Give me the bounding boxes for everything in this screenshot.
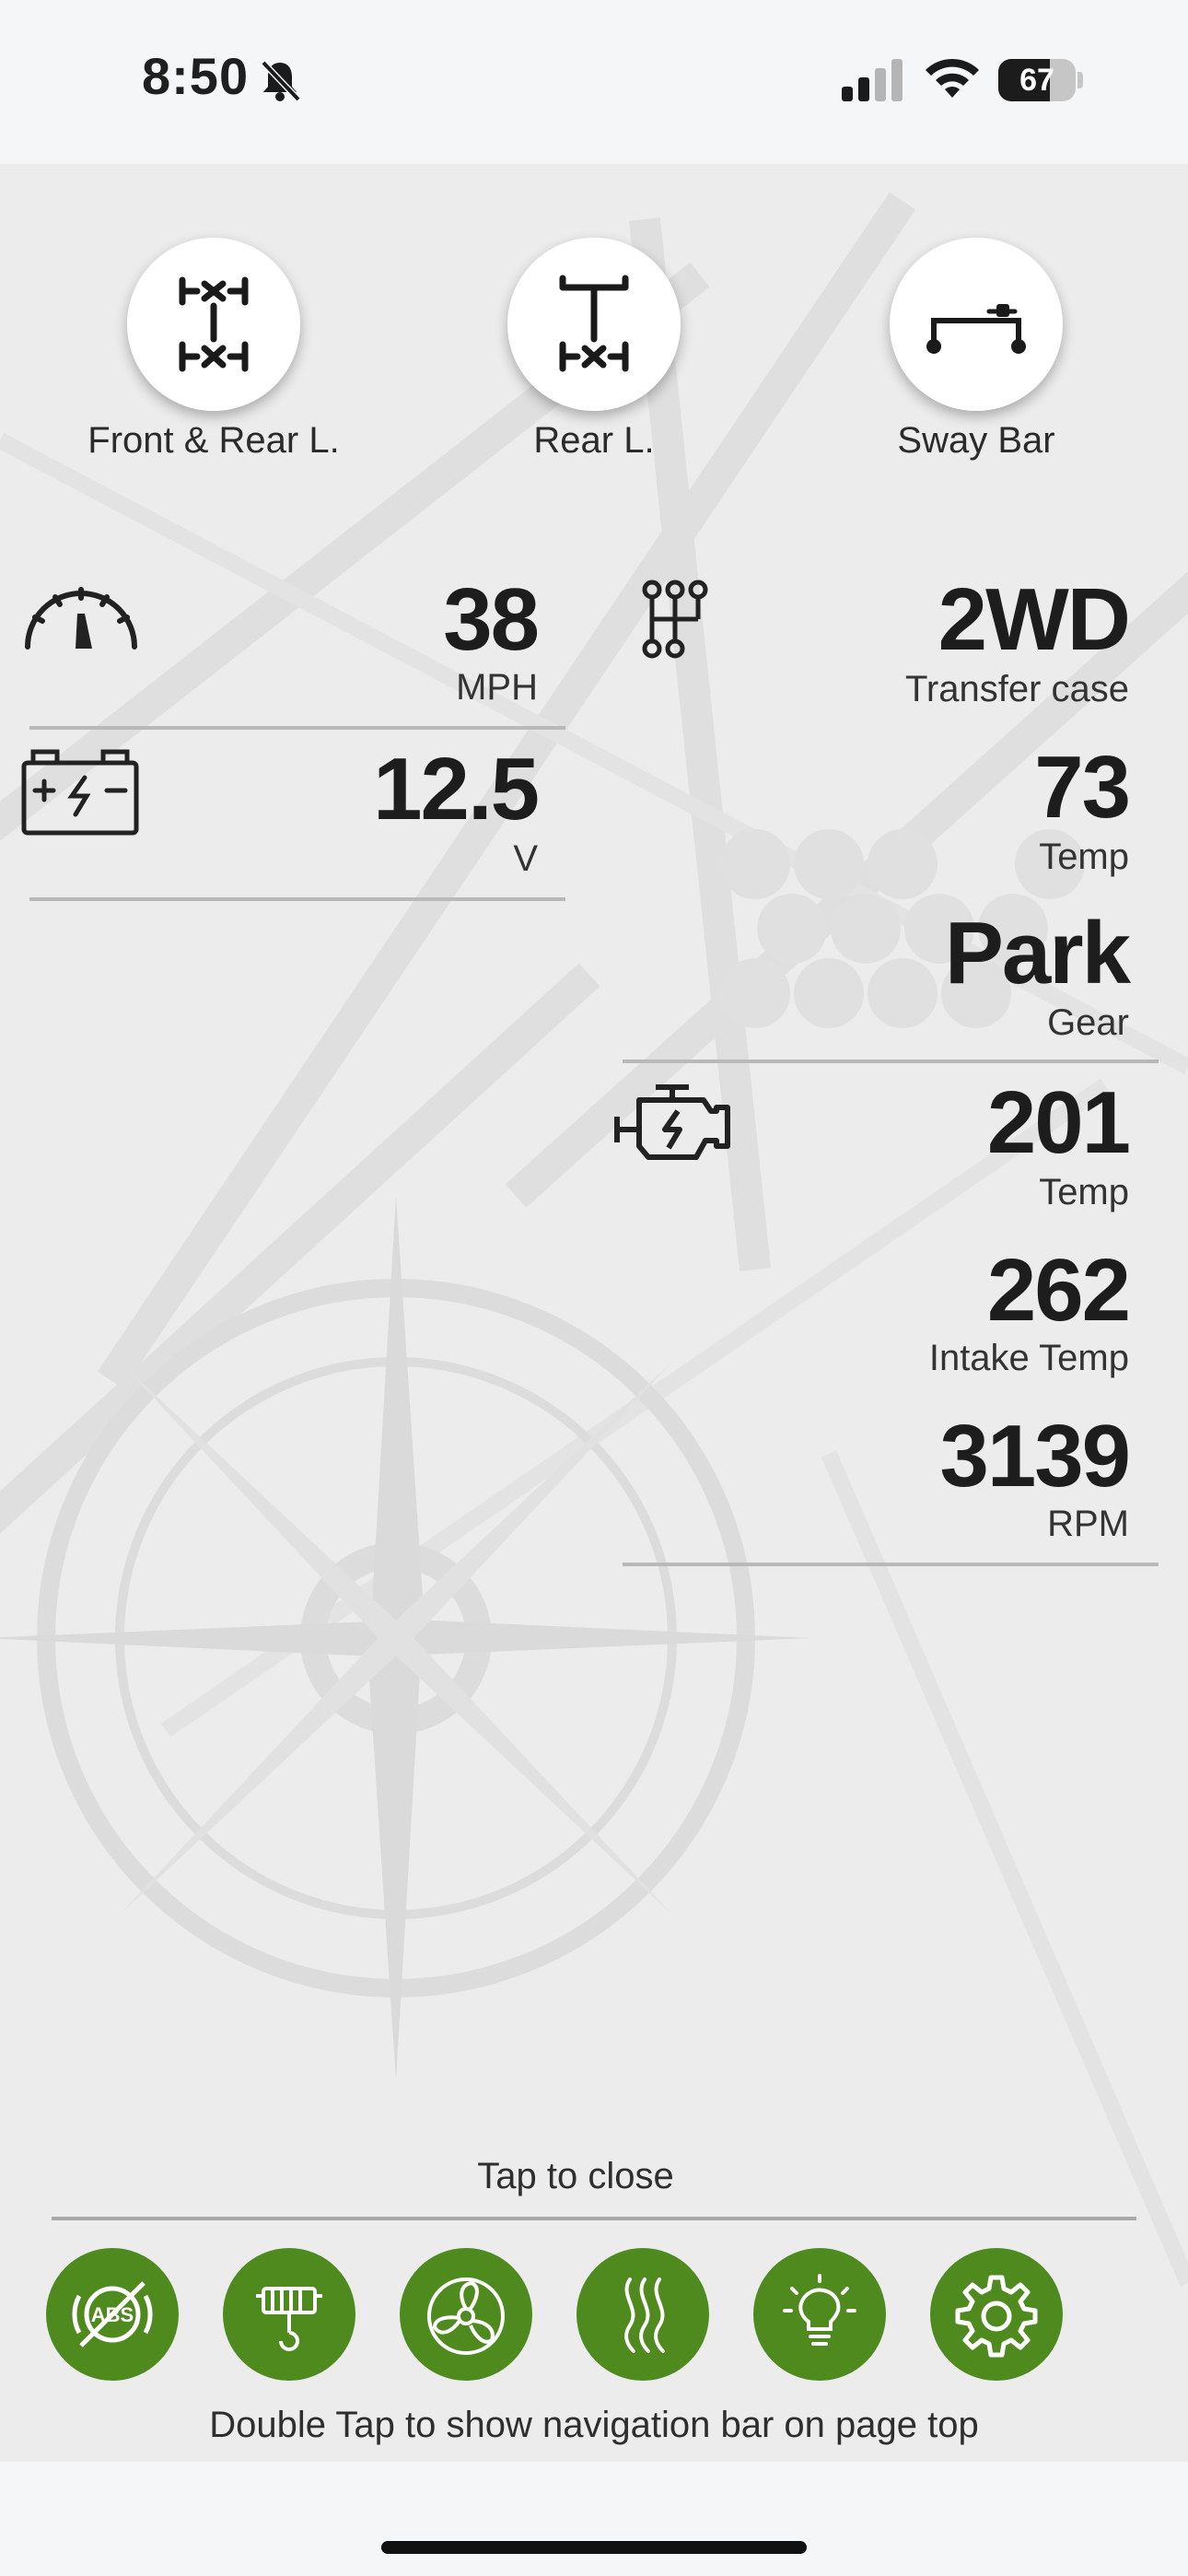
navigation-hint: Double Tap to show navigation bar on pag… bbox=[209, 2405, 979, 2445]
heat-waves-icon bbox=[624, 2277, 665, 2353]
abs-off-icon: ABS bbox=[72, 2281, 153, 2348]
heat-button[interactable] bbox=[577, 2248, 709, 2381]
cellular-signal-icon bbox=[842, 59, 903, 101]
light-bulb-icon bbox=[783, 2274, 856, 2346]
home-indicator[interactable] bbox=[381, 2541, 807, 2554]
battery-voltage-value: 12.5 bbox=[373, 740, 540, 838]
gear-unit: Gear bbox=[1047, 1002, 1129, 1043]
sway-bar-label: Sway Bar bbox=[897, 420, 1055, 461]
divider bbox=[623, 1563, 1159, 1566]
rear-locker-button[interactable] bbox=[507, 238, 681, 411]
rpm-unit: RPM bbox=[1047, 1504, 1129, 1544]
battery-percent: 67 bbox=[1019, 63, 1054, 98]
divider bbox=[29, 726, 565, 730]
engine-temp-value: 201 bbox=[986, 1073, 1131, 1172]
transfer-case-value: 2WD bbox=[938, 570, 1131, 669]
transfer-case-unit: Transfer case bbox=[904, 669, 1129, 709]
fan-button[interactable] bbox=[400, 2248, 532, 2381]
fan-icon bbox=[427, 2277, 505, 2355]
speed-unit: MPH bbox=[456, 667, 538, 708]
transfer-temp-value: 73 bbox=[1034, 738, 1131, 837]
status-time: 8:50 bbox=[142, 47, 250, 105]
settings-gear-icon bbox=[955, 2275, 1038, 2358]
front-rear-locker-icon bbox=[179, 276, 249, 372]
divider bbox=[623, 1060, 1159, 1063]
svg-text:ABS: ABS bbox=[91, 2303, 134, 2326]
sway-bar-button[interactable] bbox=[890, 238, 1063, 411]
speed-value: 38 bbox=[443, 570, 540, 669]
lights-button[interactable] bbox=[753, 2248, 886, 2381]
battery-icon: 67 bbox=[998, 59, 1083, 101]
gear-shift-pattern-icon bbox=[642, 580, 708, 659]
intake-temp-unit: Intake Temp bbox=[928, 1338, 1129, 1378]
sway-bar-icon bbox=[926, 304, 1026, 354]
intake-temp-value: 262 bbox=[986, 1241, 1131, 1340]
wifi-icon bbox=[926, 58, 979, 98]
winch-icon bbox=[256, 2287, 322, 2351]
abs-off-button[interactable]: ABS bbox=[46, 2248, 179, 2381]
speedometer-icon bbox=[25, 587, 137, 650]
winch-button[interactable] bbox=[223, 2248, 355, 2381]
settings-button[interactable] bbox=[930, 2248, 1063, 2381]
divider bbox=[29, 897, 565, 901]
battery-voltage-unit: V bbox=[513, 838, 538, 879]
front-rear-locker-button[interactable] bbox=[127, 238, 300, 411]
car-battery-icon bbox=[21, 749, 139, 836]
bottom-divider bbox=[52, 2217, 1136, 2220]
transfer-temp-unit: Temp bbox=[1039, 837, 1129, 877]
status-bar: 8:50 67 bbox=[0, 0, 1188, 164]
rpm-value: 3139 bbox=[939, 1407, 1131, 1505]
engine-temp-unit: Temp bbox=[1039, 1172, 1129, 1212]
tap-to-close-label[interactable]: Tap to close bbox=[0, 2156, 1151, 2197]
rear-locker-icon bbox=[559, 275, 629, 372]
rear-locker-label: Rear L. bbox=[533, 420, 655, 461]
bell-slash-icon bbox=[261, 60, 301, 102]
front-rear-locker-label: Front & Rear L. bbox=[87, 420, 340, 461]
gear-value: Park bbox=[944, 904, 1131, 1002]
